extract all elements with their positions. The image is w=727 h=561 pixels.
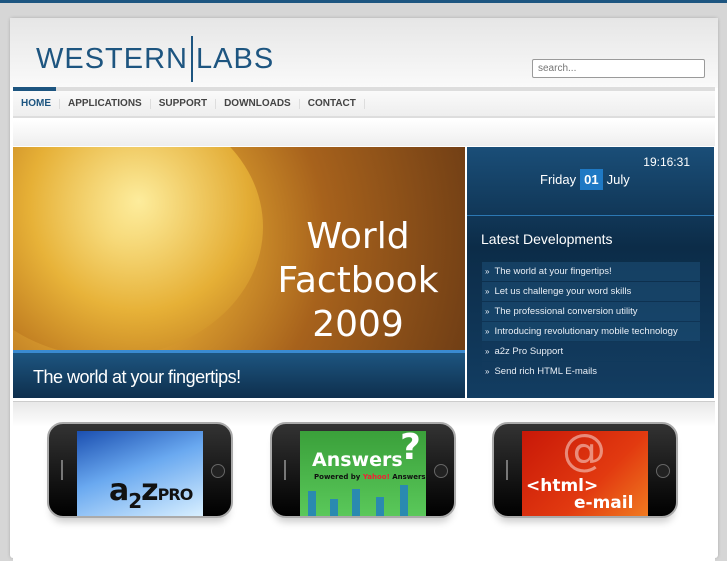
banner-title: World Factbook 2009	[277, 216, 439, 345]
product-screen: a2zPRO	[77, 431, 203, 516]
clock-time: 19:16:31	[643, 155, 690, 169]
list-item[interactable]: » Send rich HTML E-mails	[482, 362, 700, 381]
product-answers[interactable]: Answers? Powered by Yahoo! Answers	[270, 422, 456, 518]
nav-downloads[interactable]: DOWNLOADS	[216, 98, 300, 109]
nav-contact[interactable]: CONTACT	[300, 98, 365, 109]
list-item[interactable]: » Let us challenge your word skills	[482, 282, 700, 301]
clock-date: Friday 01 July	[540, 169, 630, 190]
top-bar	[0, 0, 727, 3]
search-input[interactable]	[532, 59, 705, 78]
product-screen: Answers? Powered by Yahoo! Answers	[300, 431, 426, 516]
main-nav: HOME APPLICATIONS SUPPORT DOWNLOADS CONT…	[13, 91, 715, 118]
latest-title: Latest Developments	[481, 231, 613, 247]
logo[interactable]: WESTERN LABS	[36, 36, 274, 82]
product-html-email[interactable]: @ <html> e-mail	[492, 422, 678, 518]
page-container: WESTERNLABS HOME APPLICATIONS SUPPORT DO…	[10, 18, 718, 561]
nav-support[interactable]: SUPPORT	[151, 98, 217, 109]
nav-home[interactable]: HOME	[21, 98, 60, 109]
product-screen: @ <html> e-mail	[522, 431, 648, 516]
header: WESTERN LABS	[10, 18, 718, 88]
home-button-icon	[656, 464, 670, 478]
globe-image	[13, 147, 263, 357]
hero-banner[interactable]: World Factbook 2009 The world at your fing…	[13, 147, 465, 398]
list-item[interactable]: » Introducing revolutionary mobile techno…	[482, 322, 700, 341]
logo-divider	[191, 36, 193, 82]
divider	[467, 215, 714, 216]
list-item[interactable]: » The world at your fingertips!	[482, 262, 700, 281]
logo-right: LABS	[196, 42, 275, 75]
hands-icon	[308, 485, 408, 516]
products-row: a2zPRO Answers? Powered by Yahoo! Answer…	[13, 401, 715, 561]
banner-caption: The world at your fingertips!	[13, 350, 465, 398]
home-button-icon	[434, 464, 448, 478]
product-a2z-pro[interactable]: a2zPRO	[47, 422, 233, 518]
sub-nav-strip	[13, 120, 715, 146]
logo-left: WESTERN	[36, 42, 188, 75]
news-panel: 19:16:31 Friday 01 July Latest Development…	[467, 147, 714, 398]
list-item[interactable]: » The professional conversion utility	[482, 302, 700, 321]
list-item[interactable]: » a2z Pro Support	[482, 342, 700, 361]
latest-list: » The world at your fingertips! » Let us c…	[482, 262, 700, 382]
home-button-icon	[211, 464, 225, 478]
nav-applications[interactable]: APPLICATIONS	[60, 98, 151, 109]
